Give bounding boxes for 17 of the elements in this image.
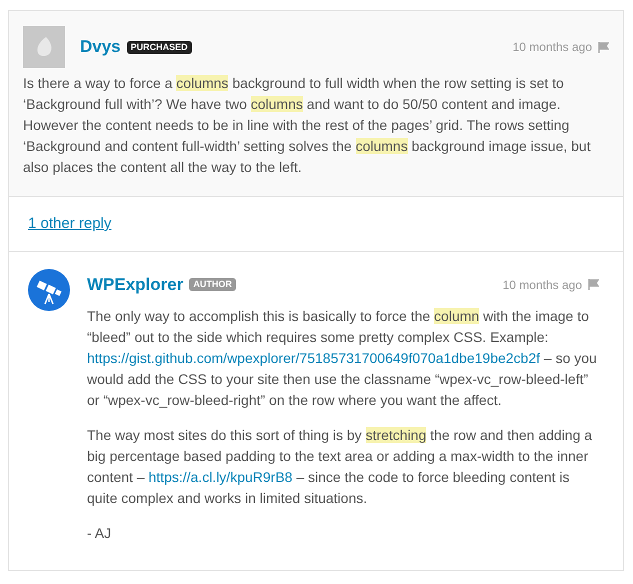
user-badge: PURCHASED <box>126 40 192 54</box>
author-name[interactable]: Dvys <box>80 34 121 60</box>
comment-text: The only way to accomplish this is basically to force the column with the image to “bleed” out to the side which requires some pretty complex CSS. Example: https://gist.github.com/wpexplorer/75185731700649f070a1dbe19be2cb2f – so you would add the CSS to your site then use the classname “wpex-vc_row-bleed-left” or “wpex-vc_row-bleed-right” on the row where you want the affect. <box>87 306 598 410</box>
timestamp: 10 months ago <box>512 39 592 56</box>
url-link[interactable]: https://a.cl.ly/kpuR9rB8 <box>148 468 292 484</box>
user-badge: AUTHOR <box>189 278 236 292</box>
replies-link[interactable]: 1 other reply <box>28 215 112 232</box>
author-name[interactable]: WPExplorer <box>87 272 184 298</box>
flag-icon[interactable] <box>598 42 609 52</box>
flag-icon[interactable] <box>588 279 599 290</box>
comment-text: Is there a way to force a columns background to full width when the row setting is set to ‘Background full with’? We have two columns and want to do 50/50 content and image. However the content needs to be in line with the rest of the pages’ grid. The rows setting ‘Background and content full-width’ setting solves the columns background image issue, but also places the content all the way to the left. <box>23 74 592 177</box>
avatar <box>23 26 65 68</box>
url-link[interactable]: https://gist.github.com/wpexplorer/75185731700649f070a1dbe19be2cb2f <box>87 350 540 366</box>
timestamp: 10 months ago <box>502 276 582 294</box>
comment-text: The way most sites do this sort of thing is by stretching the row and then adding a big percentage based padding to the text area or adding a max-width to the inner content – https://a.cl.ly/kpuR9rB8 – since the code to force bleeding content is quite complex and works in limited situations. <box>87 426 594 508</box>
comment-text: - AJ <box>87 524 112 542</box>
telescope-avatar-icon <box>28 269 70 311</box>
